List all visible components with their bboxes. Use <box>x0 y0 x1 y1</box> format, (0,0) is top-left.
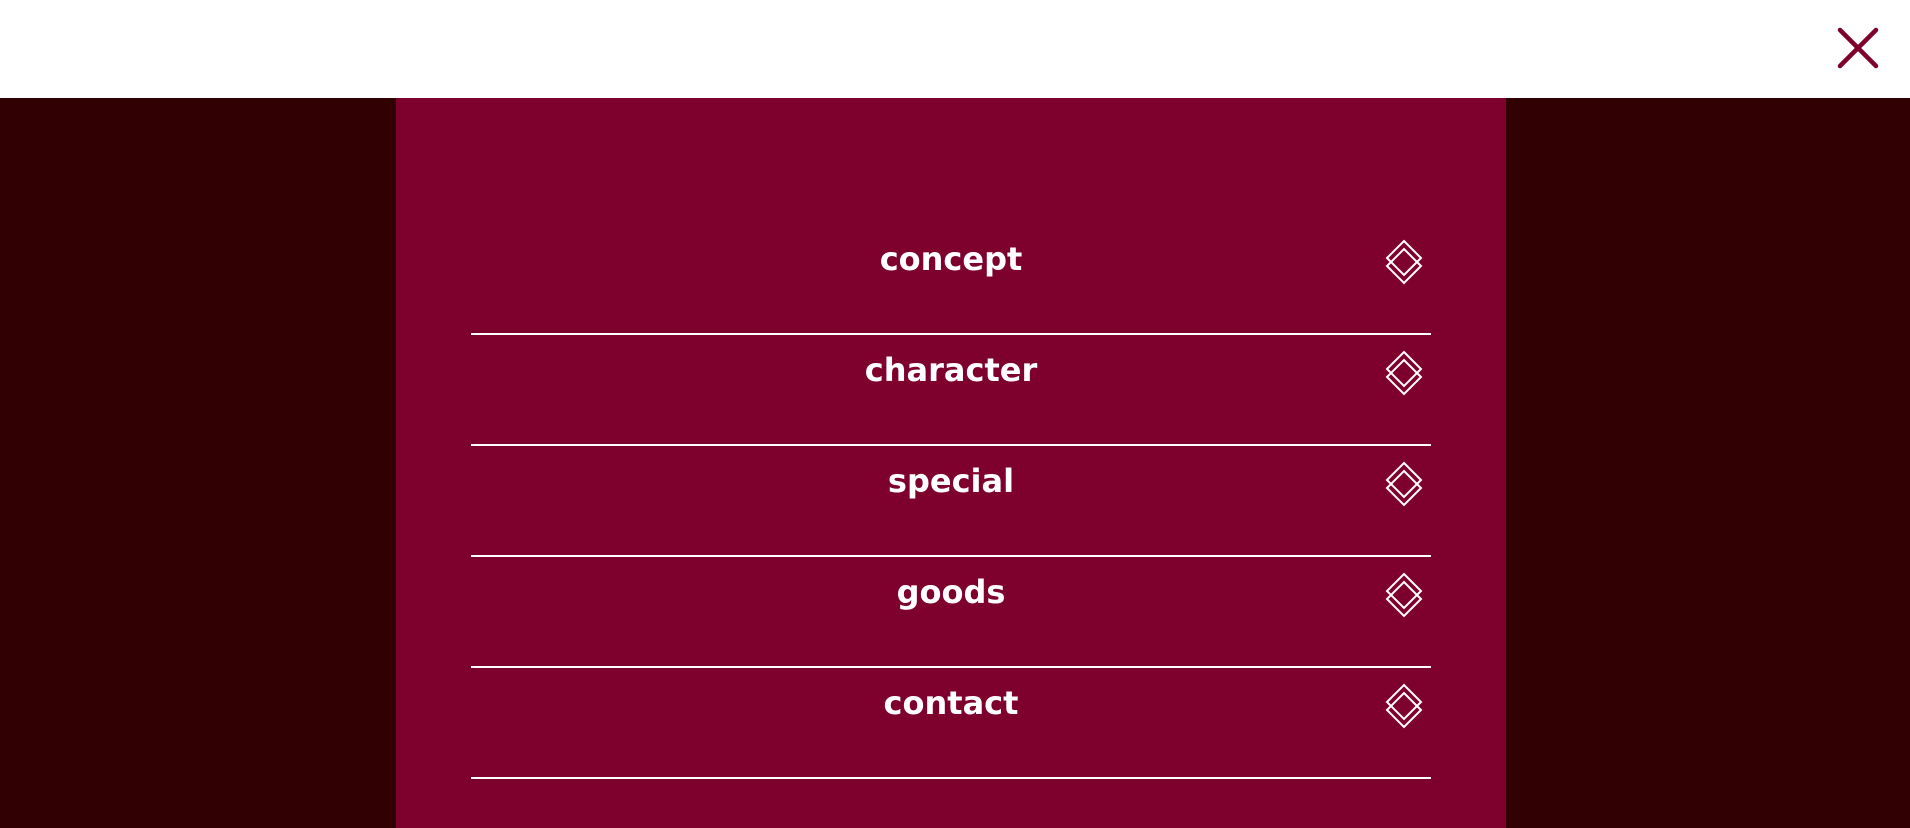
double-diamond-icon <box>1385 461 1423 507</box>
close-button[interactable] <box>1834 24 1882 72</box>
double-diamond-icon <box>1385 239 1423 285</box>
menu-item-contact[interactable]: contact <box>471 669 1431 779</box>
menu-item-label: character <box>864 351 1038 389</box>
menu-item-label: goods <box>896 573 1006 611</box>
nav-menu: concept character special goods contact <box>471 225 1431 780</box>
right-backdrop <box>1506 98 1910 828</box>
double-diamond-icon <box>1385 572 1423 618</box>
double-diamond-icon <box>1385 350 1423 396</box>
menu-panel: concept character special goods contact <box>396 98 1506 828</box>
close-icon <box>1837 27 1879 69</box>
menu-item-label: contact <box>883 684 1019 722</box>
header-bar <box>0 0 1910 98</box>
menu-item-special[interactable]: special <box>471 447 1431 557</box>
menu-item-label: concept <box>879 240 1023 278</box>
menu-item-label: special <box>887 462 1015 500</box>
double-diamond-icon <box>1385 683 1423 729</box>
left-backdrop <box>0 98 396 828</box>
menu-item-character[interactable]: character <box>471 336 1431 446</box>
menu-item-goods[interactable]: goods <box>471 558 1431 668</box>
menu-item-concept[interactable]: concept <box>471 225 1431 335</box>
